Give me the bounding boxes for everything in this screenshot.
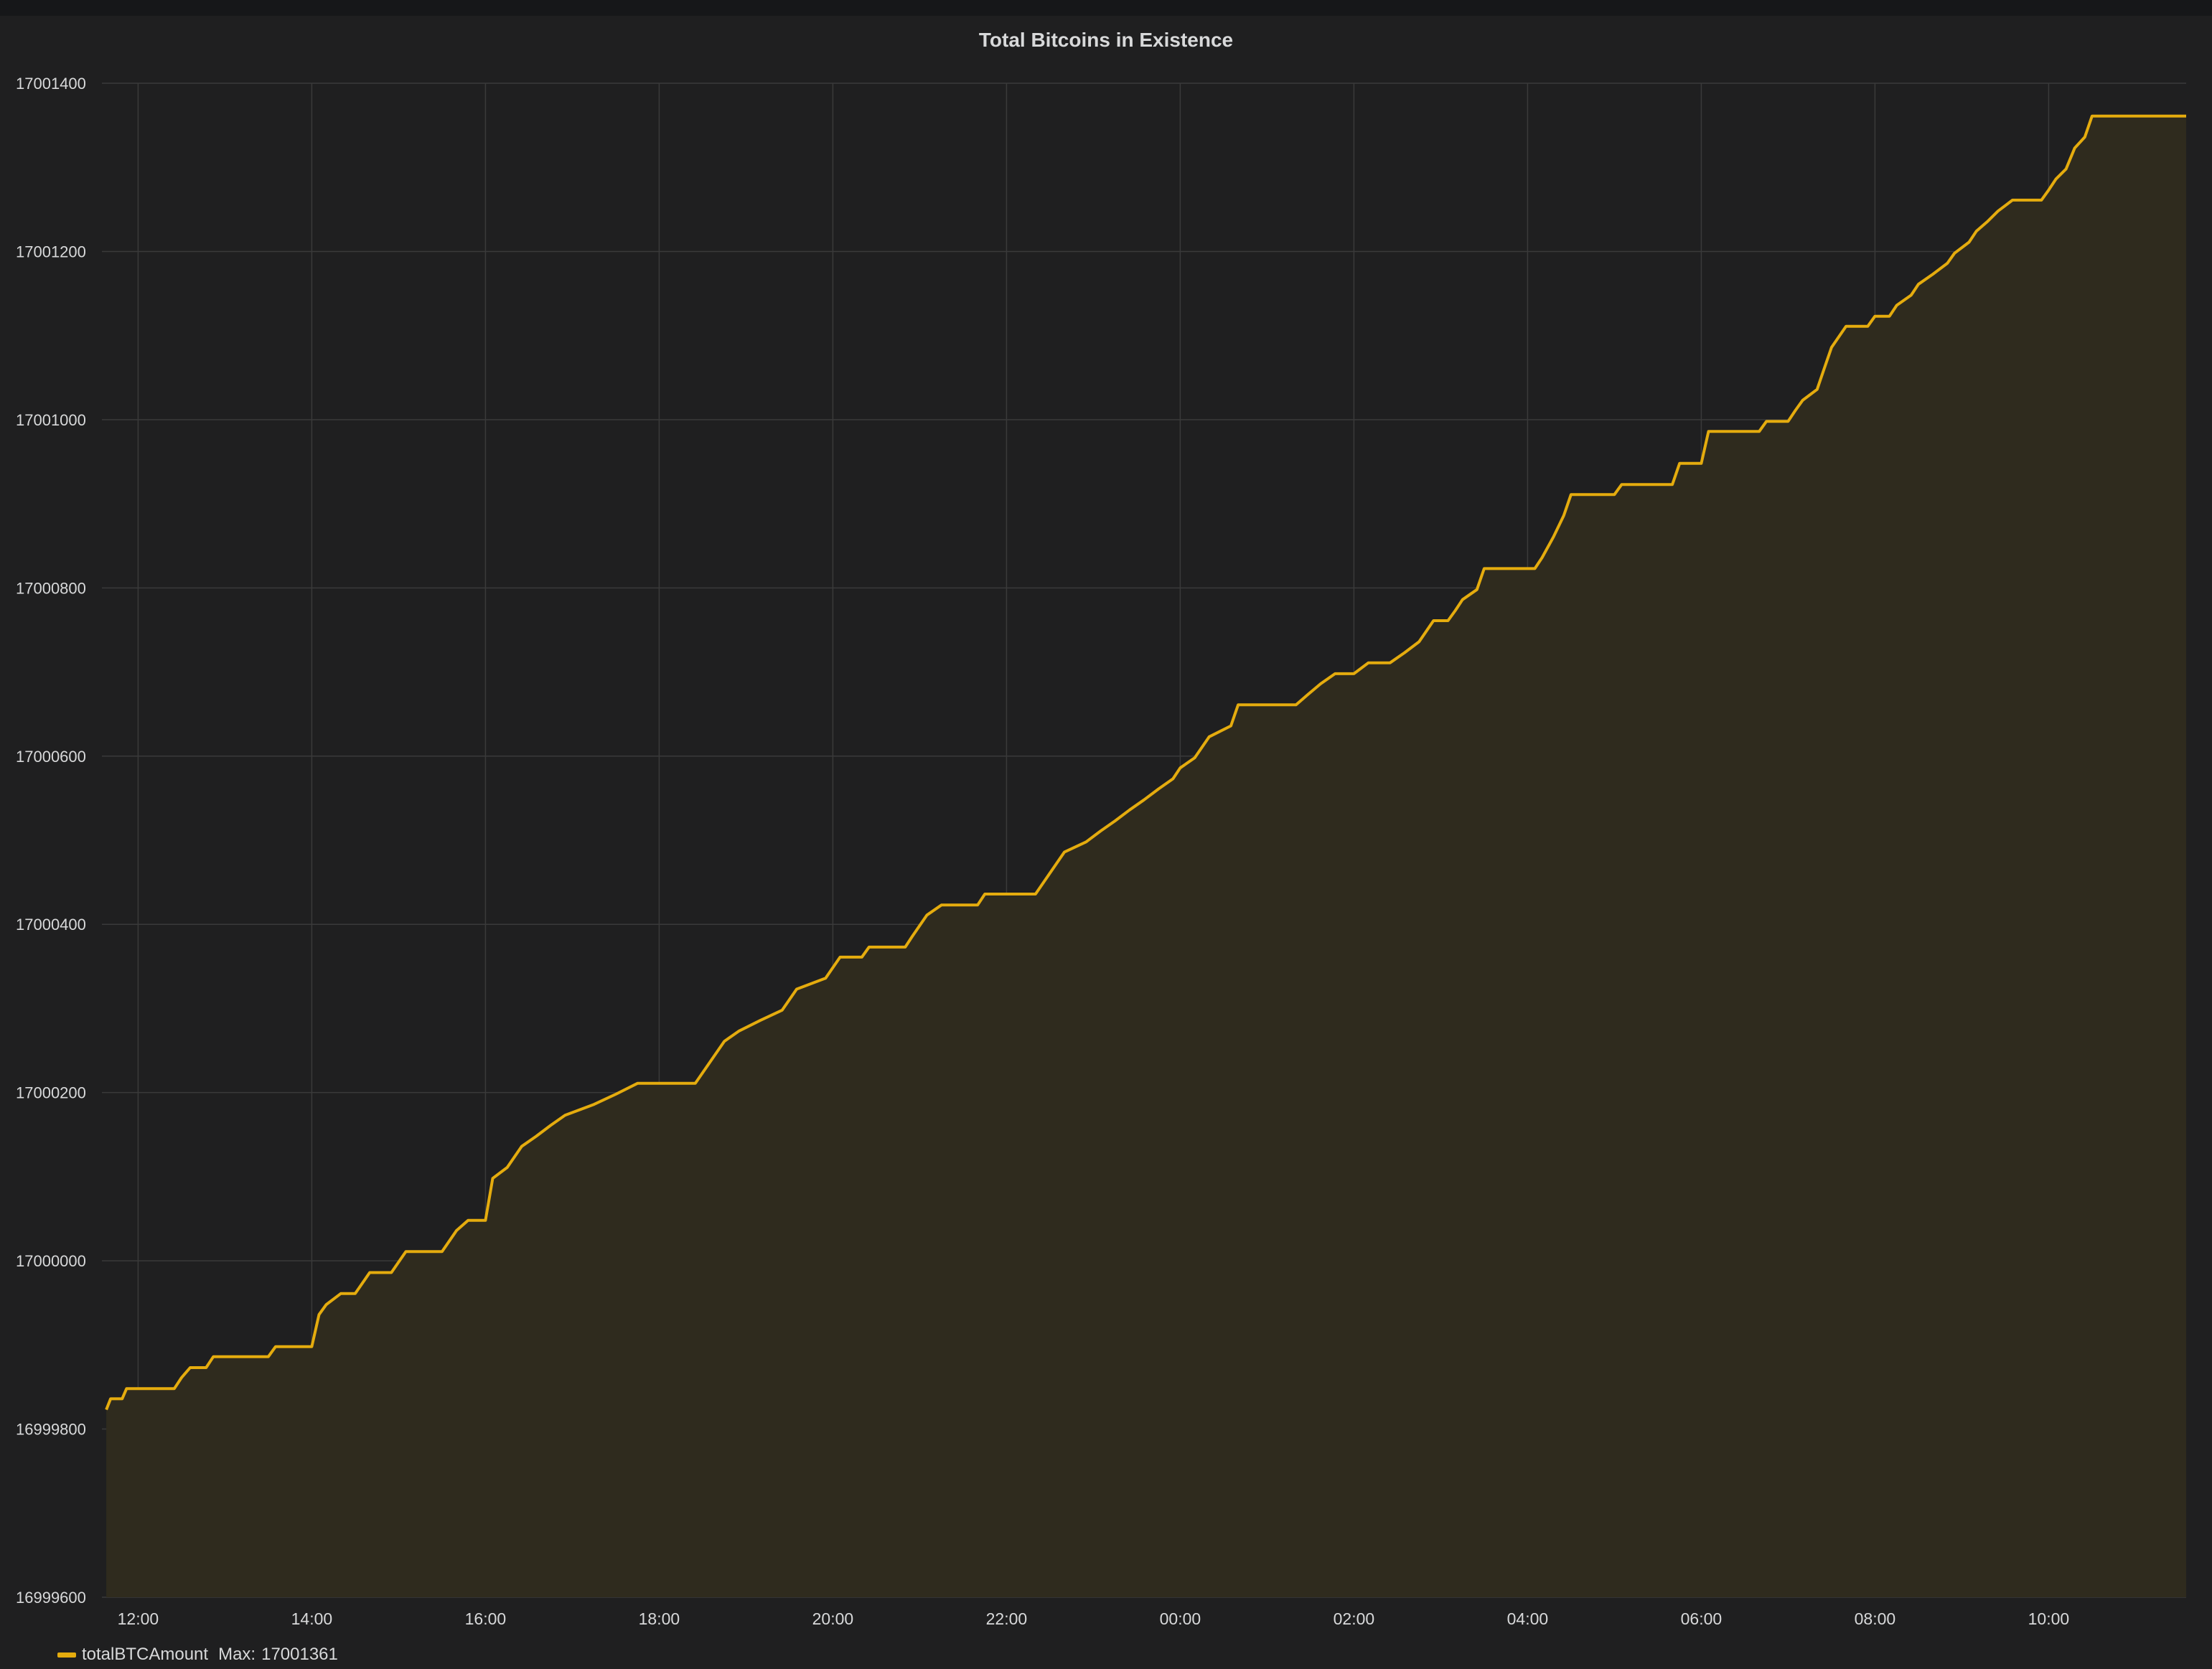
x-axis-ticks: 12:00 14:00 16:00 18:00 20:00 22:00 00:00 02:00…	[118, 1609, 2070, 1628]
y-tick-label: 17000000	[16, 1252, 86, 1270]
x-tick-label: 14:00	[291, 1609, 333, 1628]
x-tick-label: 00:00	[1160, 1609, 1201, 1628]
y-axis-ticks: 16999600 16999800 17000000 17000200 17000400…	[16, 75, 86, 1607]
legend-max-value: 17001361	[261, 1645, 338, 1664]
legend-max-label: Max:	[218, 1645, 256, 1664]
x-tick-label: 06:00	[1681, 1609, 1723, 1628]
series-area-fill	[106, 116, 2186, 1598]
x-tick-label: 10:00	[2028, 1609, 2070, 1628]
x-tick-label: 18:00	[639, 1609, 680, 1628]
y-tick-label: 17001200	[16, 243, 86, 260]
y-tick-label: 17000600	[16, 748, 86, 766]
legend[interactable]: totalBTCAmount Max: 17001361	[57, 1640, 338, 1669]
y-tick-label: 17000800	[16, 579, 86, 597]
graph-panel: Total Bitcoins in Existence 16999600 1699…	[0, 16, 2212, 1668]
x-tick-label: 08:00	[1855, 1609, 1896, 1628]
y-tick-label: 17000400	[16, 916, 86, 934]
x-tick-label: 16:00	[465, 1609, 507, 1628]
x-tick-label: 04:00	[1507, 1609, 1549, 1628]
y-tick-label: 17000200	[16, 1084, 86, 1102]
chart-svg: 16999600 16999800 17000000 17000200 17000400…	[16, 75, 2186, 1628]
legend-series-swatch	[57, 1652, 76, 1658]
x-tick-label: 20:00	[812, 1609, 854, 1628]
y-tick-label: 16999600	[16, 1589, 86, 1607]
x-tick-label: 12:00	[118, 1609, 159, 1628]
legend-series-name[interactable]: totalBTCAmount	[82, 1645, 208, 1665]
y-tick-label: 17001400	[16, 75, 86, 93]
y-tick-label: 16999800	[16, 1421, 86, 1439]
top-bar	[0, 0, 2212, 16]
x-tick-label: 22:00	[986, 1609, 1028, 1628]
y-tick-label: 17001000	[16, 411, 86, 429]
x-tick-label: 02:00	[1334, 1609, 1375, 1628]
